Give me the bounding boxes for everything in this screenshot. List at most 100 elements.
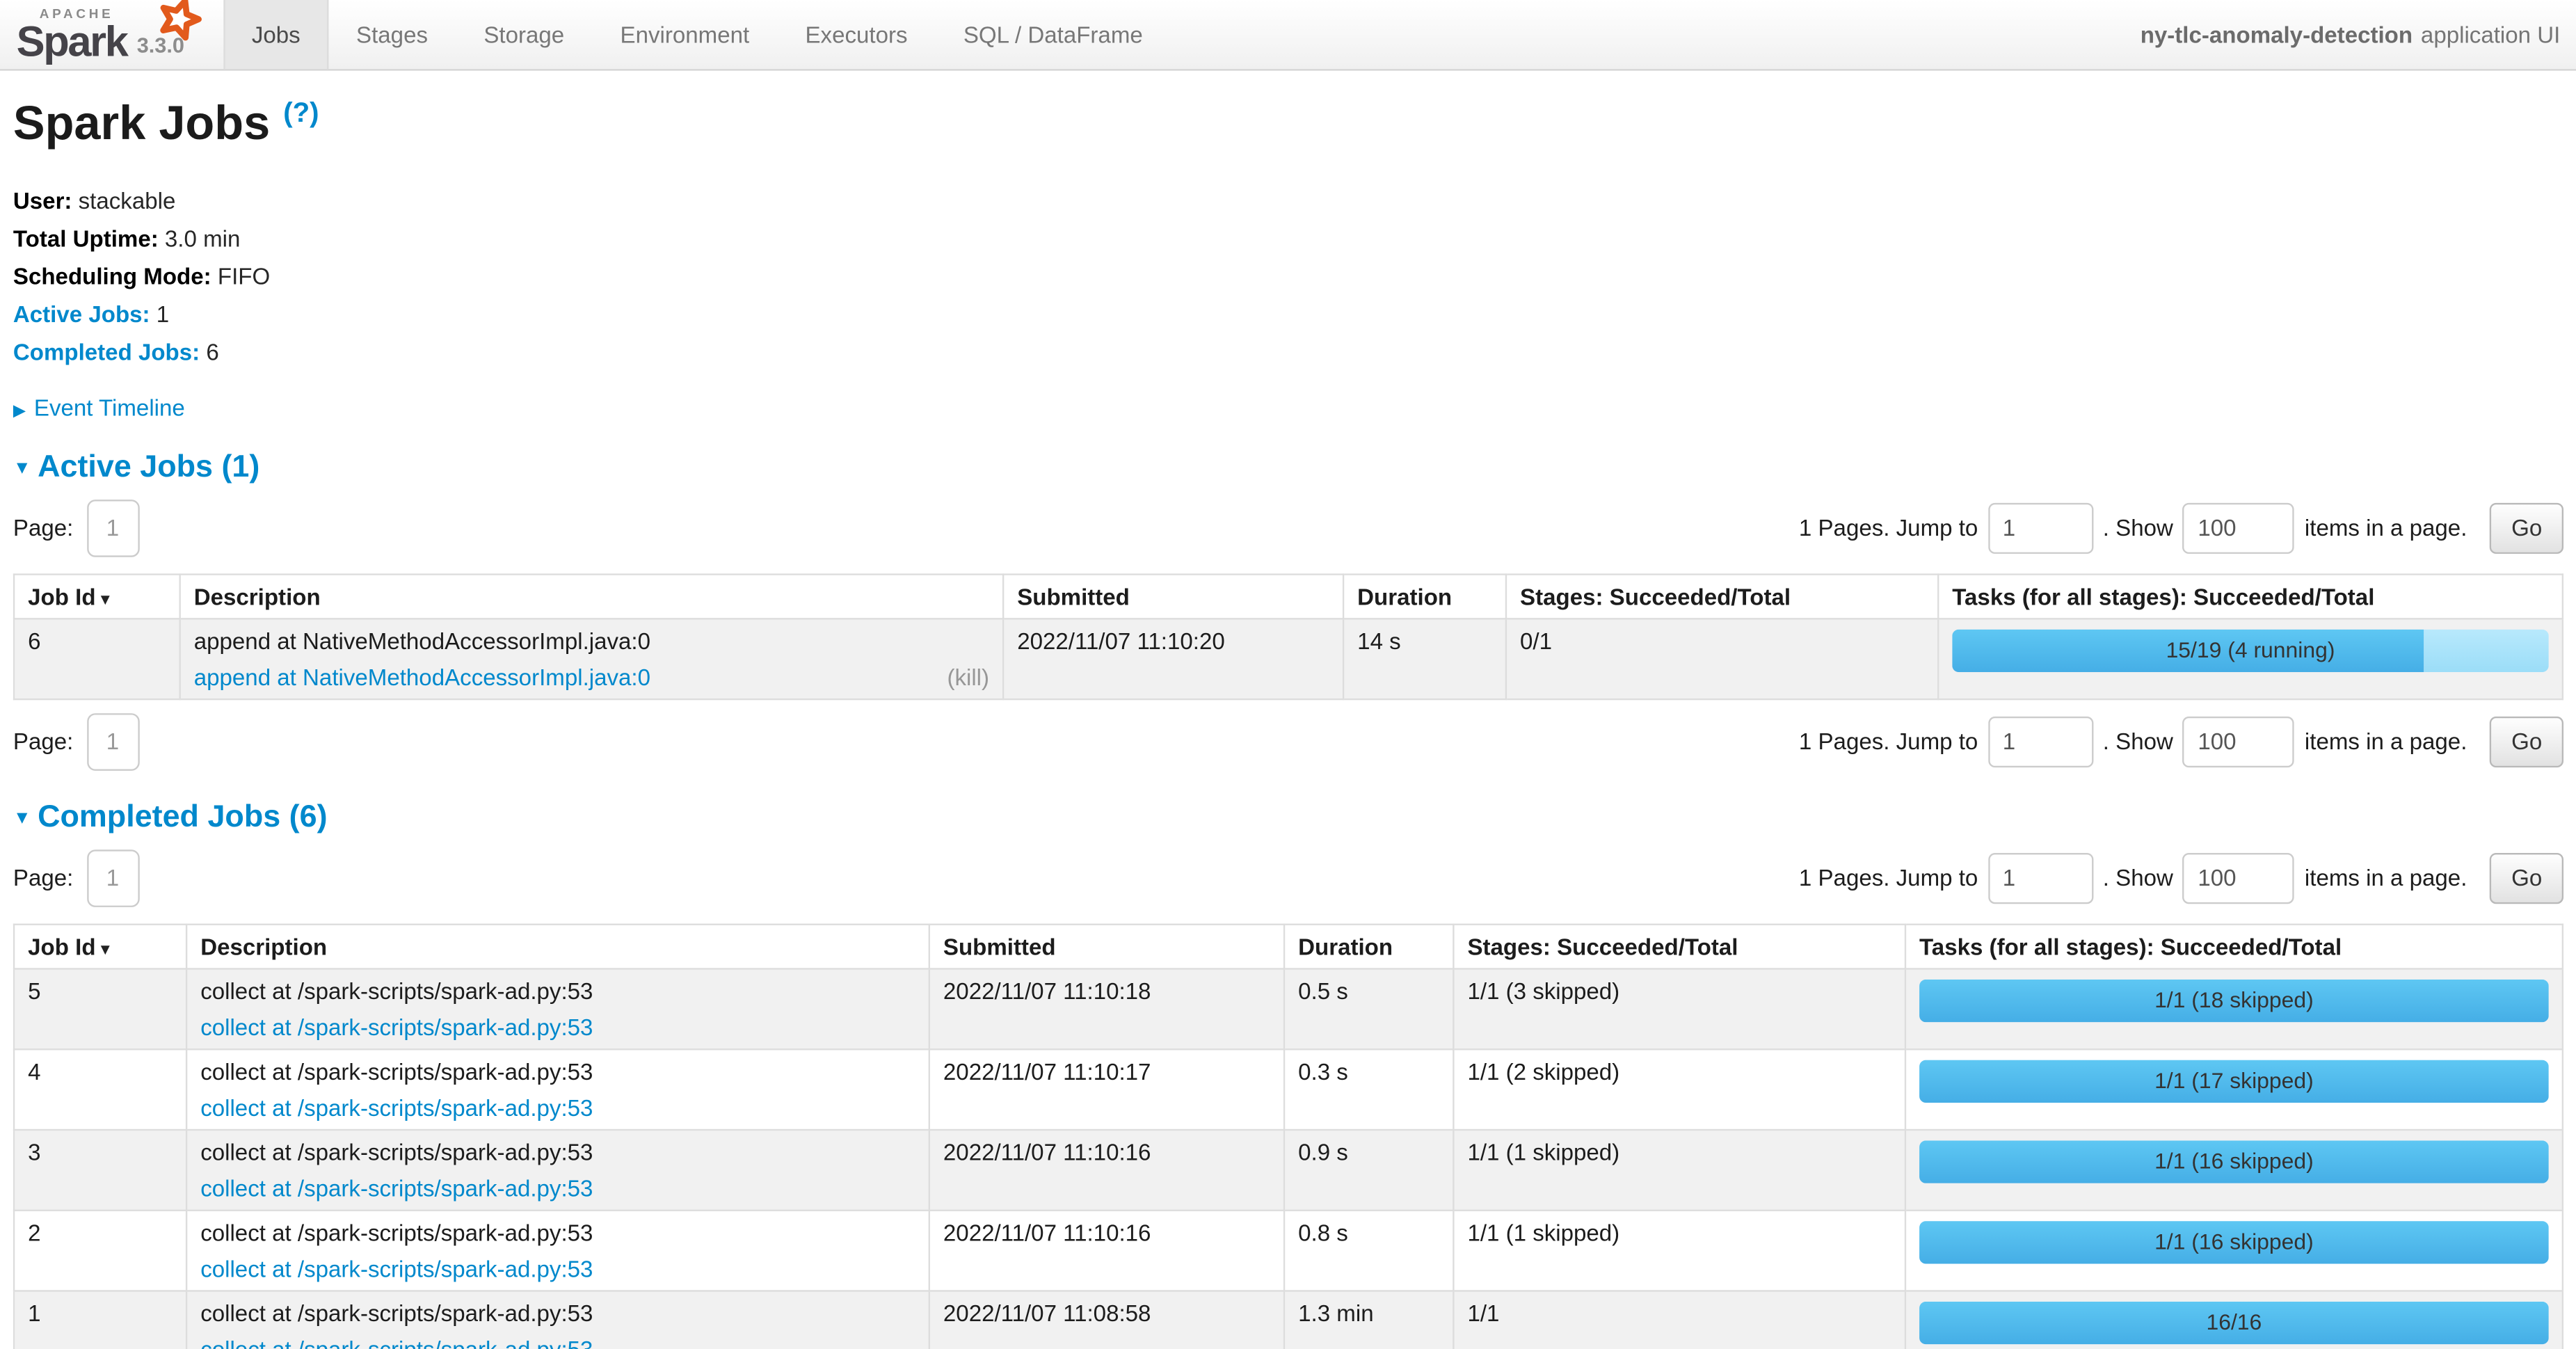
col-header-submitted[interactable]: Submitted <box>1003 574 1343 618</box>
jump-to-page-input[interactable] <box>1987 502 2093 553</box>
stages-cell: 1/1 <box>1453 1291 1905 1349</box>
pages-jump-text: 1 Pages. Jump to <box>1799 515 1978 541</box>
event-timeline-toggle[interactable]: ▶Event Timeline <box>13 394 2563 420</box>
items-per-page-input[interactable] <box>2183 502 2295 553</box>
pages-jump-text: 1 Pages. Jump to <box>1799 728 1978 755</box>
duration-cell: 0.8 s <box>1284 1210 1453 1291</box>
job-id-cell: 5 <box>14 968 186 1049</box>
tab-jobs[interactable]: Jobs <box>224 0 328 69</box>
tasks-cell: 1/1 (16 skipped) <box>1905 1210 2563 1291</box>
tab-sql-dataframe[interactable]: SQL / DataFrame <box>936 0 1171 69</box>
go-button[interactable]: Go <box>2490 716 2563 767</box>
tab-stages[interactable]: Stages <box>328 0 456 69</box>
job-detail-link[interactable]: append at NativeMethodAccessorImpl.java:… <box>194 663 650 689</box>
go-button[interactable]: Go <box>2490 502 2563 553</box>
job-description: collect at /spark-scripts/spark-ad.py:53 <box>200 1300 915 1326</box>
job-detail-link[interactable]: collect at /spark-scripts/spark-ad.py:53 <box>200 1014 593 1040</box>
submitted-cell: 2022/11/07 11:08:58 <box>929 1291 1284 1349</box>
tab-executors[interactable]: Executors <box>777 0 935 69</box>
pages-jump-text: 1 Pages. Jump to <box>1799 865 1978 891</box>
job-detail-link[interactable]: collect at /spark-scripts/spark-ad.py:53 <box>200 1094 593 1120</box>
col-header-tasks-for-all-stages-succeeded-total[interactable]: Tasks (for all stages): Succeeded/Total <box>1905 924 2563 968</box>
info-value: FIFO <box>211 263 271 289</box>
summary-info: User: stackableTotal Uptime: 3.0 minSche… <box>13 185 2563 367</box>
info-label-link[interactable]: Completed Jobs: <box>13 340 200 366</box>
sort-desc-icon: ▾ <box>96 589 110 609</box>
col-header-stages-succeeded-total[interactable]: Stages: Succeeded/Total <box>1506 574 1938 618</box>
pagination-bar: Page: 1 Pages. Jump to . Show items in a… <box>13 849 2563 907</box>
go-button[interactable]: Go <box>2490 852 2563 903</box>
col-header-job-id[interactable]: Job Id ▾ <box>14 574 180 618</box>
kill-link[interactable]: (kill) <box>947 663 989 689</box>
progress-label: 15/19 (4 running) <box>1952 629 2548 671</box>
show-text: . Show <box>2103 728 2173 755</box>
collapse-down-arrow-icon: ▼ <box>13 808 31 827</box>
jump-to-page-input[interactable] <box>1987 852 2093 903</box>
info-line: Scheduling Mode: FIFO <box>13 262 2563 292</box>
application-name: ny-tlc-anomaly-detection <box>2141 22 2413 48</box>
col-header-description[interactable]: Description <box>180 574 1003 618</box>
info-value: 3.0 min <box>159 225 241 251</box>
duration-cell: 0.5 s <box>1284 968 1453 1049</box>
col-header-stages-succeeded-total[interactable]: Stages: Succeeded/Total <box>1453 924 1905 968</box>
pagination-bar: Page: 1 Pages. Jump to . Show items in a… <box>13 712 2563 770</box>
col-header-job-id[interactable]: Job Id ▾ <box>14 924 186 968</box>
tasks-cell: 15/19 (4 running) <box>1938 618 2563 699</box>
progress-label: 1/1 (16 skipped) <box>1919 1140 2549 1182</box>
jump-to-page-input[interactable] <box>1987 716 2093 767</box>
col-header-description[interactable]: Description <box>186 924 929 968</box>
job-description: collect at /spark-scripts/spark-ad.py:53 <box>200 1057 915 1084</box>
duration-cell: 0.9 s <box>1284 1129 1453 1210</box>
top-navbar: APACHE Spark 3.3.0 JobsStagesStorageEnvi… <box>0 0 2576 71</box>
task-progress-bar: 1/1 (16 skipped) <box>1919 1220 2549 1263</box>
job-detail-link[interactable]: collect at /spark-scripts/spark-ad.py:53 <box>200 1255 593 1282</box>
items-text: items in a page. <box>2305 728 2467 755</box>
show-text: . Show <box>2103 515 2173 541</box>
submitted-cell: 2022/11/07 11:10:20 <box>1003 618 1343 699</box>
help-link[interactable]: (?) <box>283 97 319 128</box>
completed-jobs-table: Job Id ▾DescriptionSubmittedDurationStag… <box>13 923 2563 1349</box>
info-label: Scheduling Mode: <box>13 263 211 289</box>
spark-logo[interactable]: APACHE Spark 3.3.0 <box>0 0 207 69</box>
active-jobs-header[interactable]: ▼Active Jobs (1) <box>13 449 2563 486</box>
stages-cell: 1/1 (1 skipped) <box>1453 1210 1905 1291</box>
job-description: append at NativeMethodAccessorImpl.java:… <box>194 627 989 653</box>
page-title: Spark Jobs (?) <box>13 97 2563 152</box>
info-label-link[interactable]: Active Jobs: <box>13 301 150 328</box>
description-cell: collect at /spark-scripts/spark-ad.py:53… <box>186 1048 929 1129</box>
info-line: Total Uptime: 3.0 min <box>13 223 2563 253</box>
page-label: Page: <box>13 865 73 891</box>
page-number-input[interactable] <box>86 499 139 557</box>
job-description-line2: collect at /spark-scripts/spark-ad.py:53 <box>200 1094 915 1120</box>
application-ui-suffix: application UI <box>2421 22 2560 48</box>
tab-storage[interactable]: Storage <box>456 0 592 69</box>
info-label: Total Uptime: <box>13 225 159 251</box>
page-number-input[interactable] <box>86 849 139 907</box>
stages-cell: 1/1 (2 skipped) <box>1453 1048 1905 1129</box>
page-label: Page: <box>13 515 73 541</box>
description-cell: collect at /spark-scripts/spark-ad.py:53… <box>186 1129 929 1210</box>
main-content: Spark Jobs (?) User: stackableTotal Upti… <box>0 97 2576 1349</box>
pagination-bar: Page: 1 Pages. Jump to . Show items in a… <box>13 499 2563 557</box>
task-progress-bar: 1/1 (17 skipped) <box>1919 1060 2549 1102</box>
job-description: collect at /spark-scripts/spark-ad.py:53 <box>200 1219 915 1245</box>
job-description: collect at /spark-scripts/spark-ad.py:53 <box>200 1138 915 1165</box>
page-number-input[interactable] <box>86 712 139 770</box>
col-header-tasks-for-all-stages-succeeded-total[interactable]: Tasks (for all stages): Succeeded/Total <box>1938 574 2563 618</box>
info-line: Active Jobs: 1 <box>13 299 2563 329</box>
col-header-duration[interactable]: Duration <box>1284 924 1453 968</box>
col-header-submitted[interactable]: Submitted <box>929 924 1284 968</box>
info-label: User: <box>13 186 72 213</box>
items-per-page-input[interactable] <box>2183 716 2295 767</box>
job-id-cell: 1 <box>14 1291 186 1349</box>
duration-cell: 1.3 min <box>1284 1291 1453 1349</box>
job-description-line2: collect at /spark-scripts/spark-ad.py:53 <box>200 1336 915 1349</box>
job-detail-link[interactable]: collect at /spark-scripts/spark-ad.py:53 <box>200 1336 593 1349</box>
collapse-down-arrow-icon: ▼ <box>13 458 31 477</box>
tab-environment[interactable]: Environment <box>592 0 777 69</box>
completed-jobs-header[interactable]: ▼Completed Jobs (6) <box>13 799 2563 836</box>
col-header-duration[interactable]: Duration <box>1343 574 1506 618</box>
info-value: 6 <box>200 340 219 366</box>
items-per-page-input[interactable] <box>2183 852 2295 903</box>
job-detail-link[interactable]: collect at /spark-scripts/spark-ad.py:53 <box>200 1174 593 1201</box>
